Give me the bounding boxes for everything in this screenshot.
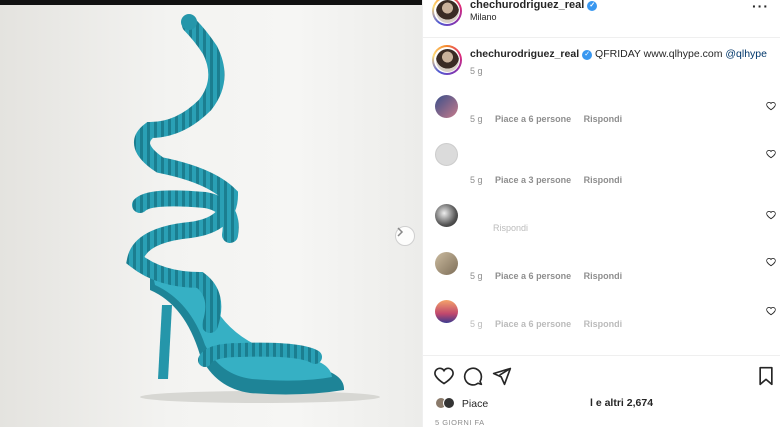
comment-item: Rispondi xyxy=(423,203,780,253)
author-avatar[interactable] xyxy=(432,0,462,26)
verified-badge-icon: ✓ xyxy=(582,50,593,60)
comment-age: 5 g xyxy=(470,271,483,281)
chevron-right-icon xyxy=(397,227,404,237)
comment-age: 5 g xyxy=(470,175,483,185)
caption-body: QFRIDAY www.qlhype.com xyxy=(595,48,723,60)
comment-item: 5 g Piace a 3 persone Rispondi xyxy=(423,142,780,192)
comment-age: 5 g xyxy=(470,114,483,124)
commenter-avatar[interactable] xyxy=(435,252,458,275)
comment-item: 5 g Piace a 6 persone Rispondi xyxy=(423,251,780,301)
commenter-avatar[interactable] xyxy=(435,143,458,166)
comment-age: 5 g xyxy=(470,319,483,329)
bookmark-icon[interactable] xyxy=(757,366,775,386)
paper-plane-icon[interactable] xyxy=(492,366,512,386)
liker-avatar[interactable] xyxy=(443,397,455,409)
comment-reply[interactable]: Rispondi xyxy=(584,114,623,124)
comment-reply[interactable]: Rispondi xyxy=(584,319,623,329)
next-image-button[interactable] xyxy=(395,226,415,246)
comment-reply[interactable]: Rispondi xyxy=(584,175,623,185)
sandal-illustration xyxy=(126,14,380,403)
comment-icon[interactable] xyxy=(463,366,483,386)
heart-icon[interactable] xyxy=(766,149,776,159)
post-image[interactable] xyxy=(0,5,422,427)
post-panel: chechurodriguez_real ✓ Milano ··· chechur… xyxy=(422,0,780,427)
heart-icon[interactable] xyxy=(766,257,776,267)
heart-icon[interactable] xyxy=(766,306,776,316)
commenter-avatar[interactable] xyxy=(435,300,458,323)
caption-age: 5 g xyxy=(470,66,483,76)
comment-item: 5 g Piace a 6 persone Rispondi xyxy=(423,94,780,144)
more-options-icon[interactable]: ··· xyxy=(752,0,769,14)
likes-label[interactable]: Piace xyxy=(462,398,488,410)
author-username[interactable]: chechurodriguez_real xyxy=(470,0,584,11)
caption-avatar[interactable] xyxy=(432,45,462,75)
comment-likes[interactable]: Piace a 6 persone xyxy=(495,114,571,124)
comment-reply[interactable]: Rispondi xyxy=(584,271,623,281)
caption-mention[interactable]: @qlhype xyxy=(725,48,767,60)
comment-item: 5 g Piace a 6 persone Rispondi xyxy=(423,299,780,349)
comment-likes[interactable]: Piace a 3 persone xyxy=(495,175,571,185)
post-date[interactable]: 5 GIORNI FA xyxy=(435,418,485,427)
verified-badge-icon: ✓ xyxy=(587,1,598,11)
comment-likes[interactable]: Piace a 6 persone xyxy=(495,271,571,281)
post-header: chechurodriguez_real ✓ Milano ··· xyxy=(423,0,780,38)
commenter-avatar[interactable] xyxy=(435,204,458,227)
likes-count[interactable]: l e altri 2,674 xyxy=(590,397,653,409)
caption: chechurodriguez_real ✓ QFRIDAY www.qlhype… xyxy=(423,38,780,84)
caption-username[interactable]: chechurodriguez_real xyxy=(470,48,579,60)
comments-list: 5 g Piace a 6 persone Rispondi 5 g Piace… xyxy=(423,84,780,354)
heart-icon[interactable] xyxy=(766,101,776,111)
heart-icon[interactable] xyxy=(766,210,776,220)
heart-icon[interactable] xyxy=(434,366,454,386)
post-location[interactable]: Milano xyxy=(470,12,497,22)
action-bar: Piace l e altri 2,674 5 GIORNI FA xyxy=(423,355,780,427)
comment-likes[interactable]: Piace a 6 persone xyxy=(495,319,571,329)
comment-reply[interactable]: Rispondi xyxy=(493,223,528,233)
commenter-avatar[interactable] xyxy=(435,95,458,118)
caption-text: chechurodriguez_real ✓ QFRIDAY www.qlhype… xyxy=(470,48,767,60)
